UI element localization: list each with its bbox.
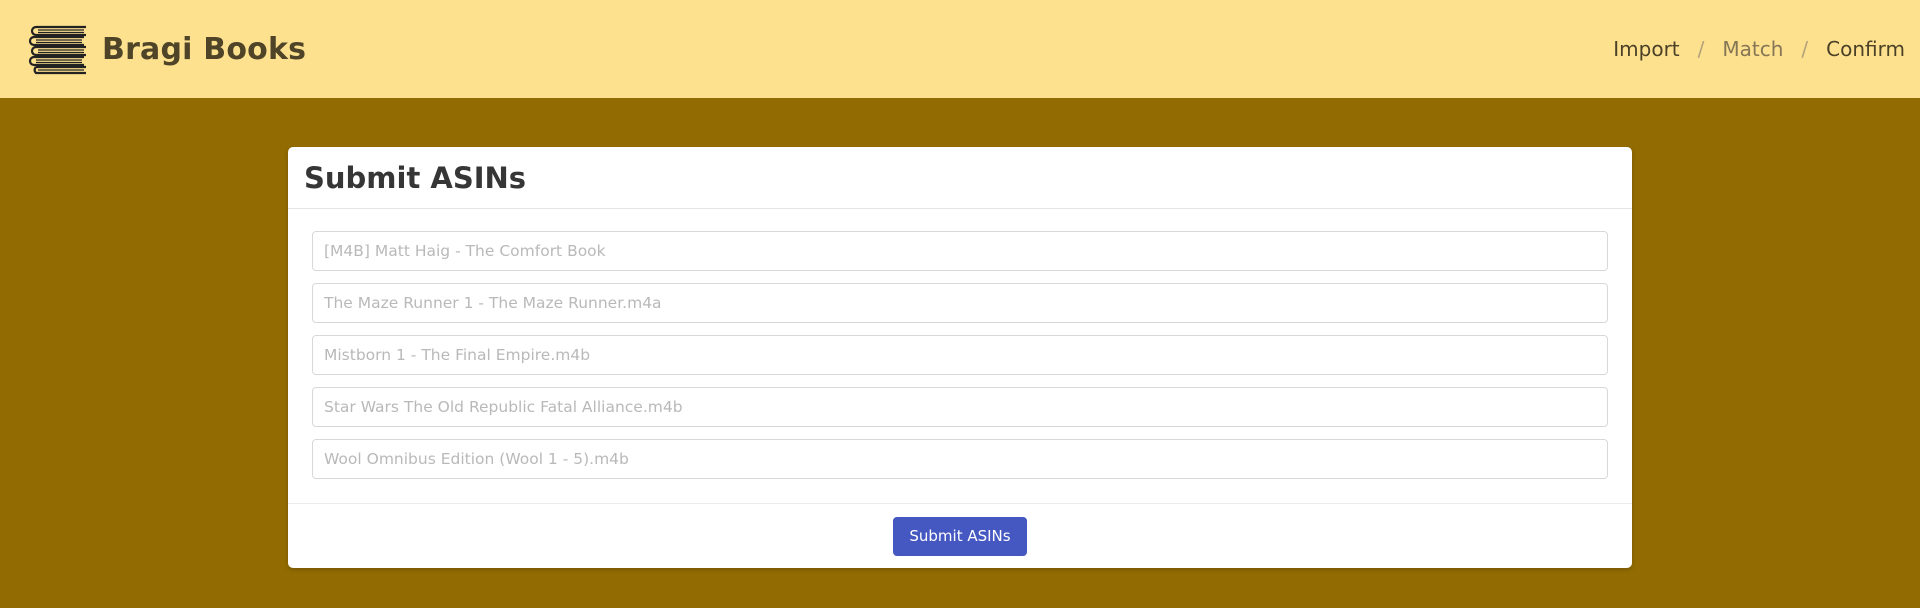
- submit-asins-button[interactable]: Submit ASINs: [893, 516, 1027, 556]
- asin-input-4[interactable]: [312, 387, 1608, 427]
- breadcrumb-import[interactable]: Import: [1613, 37, 1679, 61]
- card-header: Submit ASINs: [288, 147, 1632, 209]
- asin-input-2[interactable]: [312, 283, 1608, 323]
- breadcrumb-match[interactable]: Match: [1722, 37, 1783, 61]
- breadcrumb-separator: /: [1697, 37, 1705, 61]
- asin-input-5[interactable]: [312, 439, 1608, 479]
- brand[interactable]: Bragi Books: [24, 23, 306, 75]
- breadcrumb: Import / Match / Confirm: [1613, 37, 1905, 61]
- asin-input-1[interactable]: [312, 231, 1608, 271]
- top-navbar: Bragi Books Import / Match / Confirm: [0, 0, 1920, 98]
- breadcrumb-confirm[interactable]: Confirm: [1826, 37, 1905, 61]
- card-footer: Submit ASINs: [288, 503, 1632, 568]
- breadcrumb-separator: /: [1801, 37, 1809, 61]
- submit-asins-card: Submit ASINs Submit ASINs: [288, 147, 1632, 568]
- books-stack-icon: [28, 25, 86, 75]
- card-title: Submit ASINs: [304, 160, 527, 195]
- asin-input-3[interactable]: [312, 335, 1608, 375]
- brand-name: Bragi Books: [102, 31, 307, 67]
